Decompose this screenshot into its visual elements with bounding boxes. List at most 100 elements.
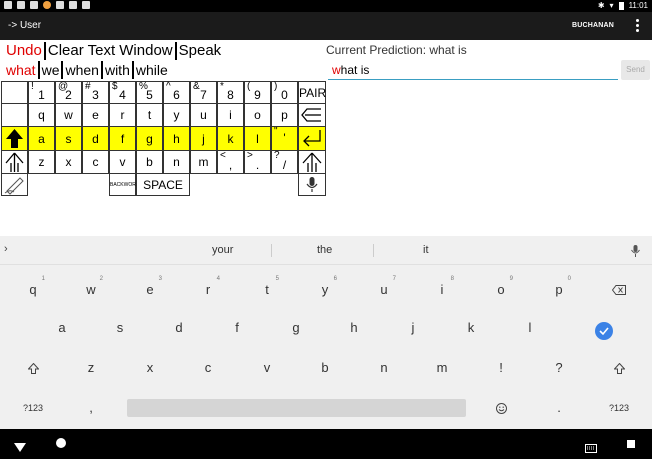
send-button[interactable]: Send <box>621 60 650 80</box>
grid-key[interactable]: a <box>28 126 55 151</box>
key[interactable]: v <box>247 349 287 387</box>
key[interactable]: , <box>71 389 111 427</box>
pair-button[interactable]: PAIR <box>298 81 326 104</box>
grid-key[interactable]: g <box>136 126 163 151</box>
grid-key[interactable]: $4 <box>109 81 136 104</box>
grid-key[interactable]: n <box>163 150 190 174</box>
grid-key[interactable]: u <box>190 103 217 127</box>
grid-key[interactable]: & 7 <box>190 81 217 104</box>
grid-key[interactable]: t <box>136 103 163 127</box>
chevron-right-icon[interactable]: › <box>4 243 8 255</box>
microphone-icon[interactable] <box>298 173 326 196</box>
grid-key[interactable]: z <box>28 150 55 174</box>
key[interactable]: 7u <box>364 271 404 309</box>
key[interactable]: ! <box>481 349 521 387</box>
key[interactable]: m <box>422 349 462 387</box>
undo-button[interactable]: Undo <box>4 42 46 60</box>
shift-button-right[interactable] <box>298 150 326 174</box>
grid-key[interactable]: d <box>82 126 109 151</box>
key[interactable]: 4r <box>188 271 228 309</box>
space-button[interactable]: SPACE <box>136 173 190 196</box>
key[interactable]: b <box>305 349 345 387</box>
grid-key[interactable]: * 8 <box>217 81 244 104</box>
user-name[interactable]: BUCHANAN <box>572 22 614 29</box>
key[interactable]: a <box>42 309 82 347</box>
backword-button[interactable]: BACKWORD <box>109 173 139 196</box>
symbols-key[interactable]: ?123 <box>599 389 639 427</box>
key[interactable]: 8i <box>422 271 462 309</box>
key[interactable]: 2w <box>71 271 111 309</box>
backspace-arrow-button[interactable] <box>298 103 326 127</box>
overflow-menu-icon[interactable] <box>634 18 640 34</box>
word-option[interactable]: what <box>4 61 40 79</box>
grid-key[interactable]: p <box>271 103 298 127</box>
key[interactable]: n <box>364 349 404 387</box>
key[interactable]: 3e <box>130 271 170 309</box>
key[interactable]: 1q <box>13 271 53 309</box>
grid-key[interactable]: % 5 <box>136 81 163 104</box>
grid-key[interactable]: b <box>136 150 163 174</box>
suggestion[interactable]: the <box>317 244 332 256</box>
grid-key[interactable]: j <box>190 126 217 151</box>
key[interactable]: 9o <box>481 271 521 309</box>
grid-key[interactable]: m <box>190 150 217 174</box>
grid-key[interactable]: h <box>163 126 190 151</box>
emoji-icon[interactable] <box>481 389 521 427</box>
grid-key[interactable]: k <box>217 126 244 151</box>
key[interactable]: x <box>130 349 170 387</box>
grid-key[interactable]: e <box>82 103 109 127</box>
word-option[interactable]: while <box>134 61 170 79</box>
suggestion[interactable]: your <box>212 244 233 256</box>
grid-key[interactable]: l <box>244 126 271 151</box>
pen-icon[interactable] <box>1 173 28 196</box>
key[interactable]: 6y <box>305 271 345 309</box>
grid-key[interactable]: ^ 6 <box>163 81 190 104</box>
word-option[interactable]: when <box>63 61 103 79</box>
grid-key[interactable]: @2 <box>55 81 82 104</box>
key[interactable]: 0p <box>539 271 579 309</box>
key[interactable]: . <box>539 389 579 427</box>
grid-key[interactable]: ! 1 <box>28 81 55 104</box>
grid-key[interactable]: " ' <box>271 126 298 151</box>
key[interactable]: 5t <box>247 271 287 309</box>
back-icon[interactable] <box>14 439 26 457</box>
grid-key[interactable]: o <box>244 103 271 127</box>
grid-key[interactable]: i <box>217 103 244 127</box>
grid-key[interactable]: (9 <box>244 81 271 104</box>
shift-button[interactable] <box>1 150 28 174</box>
grid-key[interactable]: >. <box>244 150 271 174</box>
microphone-icon[interactable] <box>631 244 640 262</box>
key[interactable]: k <box>451 309 491 347</box>
shift-icon[interactable] <box>599 349 639 387</box>
word-option[interactable]: with <box>103 61 134 79</box>
grid-key[interactable]: y <box>163 103 190 127</box>
grid-key[interactable]: #3 <box>82 81 109 104</box>
symbols-key[interactable]: ?123 <box>13 389 53 427</box>
grid-key[interactable]: c <box>82 150 109 174</box>
key[interactable]: z <box>71 349 111 387</box>
key[interactable]: j <box>393 309 433 347</box>
suggestion[interactable]: it <box>423 244 429 256</box>
enter-arrow-button[interactable] <box>298 126 326 151</box>
key[interactable]: h <box>334 309 374 347</box>
key[interactable]: f <box>217 309 257 347</box>
grid-key[interactable]: ) 0 <box>271 81 298 104</box>
backspace-icon[interactable] <box>599 271 639 309</box>
spacebar[interactable] <box>127 399 466 417</box>
key[interactable]: d <box>159 309 199 347</box>
shift-icon[interactable] <box>13 349 53 387</box>
speak-button[interactable]: Speak <box>177 42 224 60</box>
grid-key[interactable]: x <box>55 150 82 174</box>
key[interactable]: s <box>100 309 140 347</box>
keyboard-switch-icon[interactable] <box>585 440 597 458</box>
grid-key[interactable]: r <box>109 103 136 127</box>
grid-key[interactable]: v <box>109 150 136 174</box>
message-input[interactable]: what is <box>328 60 618 80</box>
grid-key[interactable]: f <box>109 126 136 151</box>
key[interactable]: ? <box>539 349 579 387</box>
grid-key[interactable]: w <box>55 103 82 127</box>
grid-key[interactable]: ? / <box>271 150 298 174</box>
grid-key[interactable]: q <box>28 103 55 127</box>
key[interactable]: g <box>276 309 316 347</box>
key[interactable]: c <box>188 349 228 387</box>
